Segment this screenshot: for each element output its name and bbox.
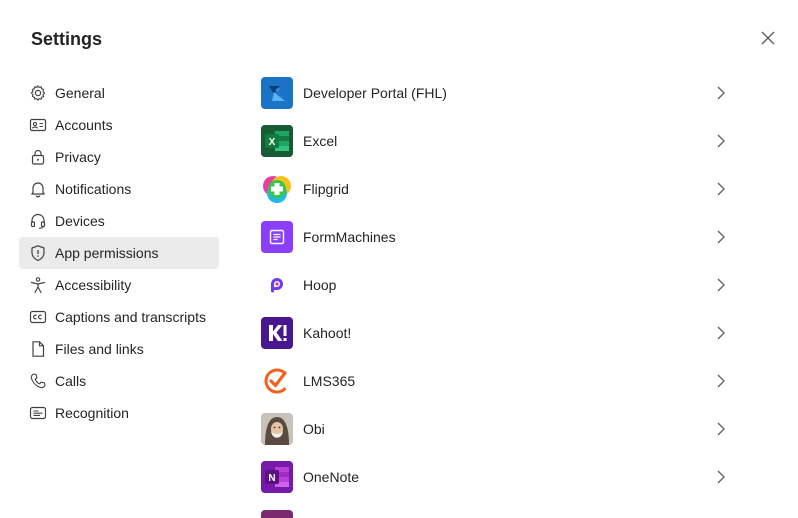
app-row-onenote[interactable]: N OneNote: [261, 453, 731, 501]
sidebar-item-recognition[interactable]: Recognition: [19, 397, 219, 429]
chevron-right-icon: [717, 134, 725, 148]
app-row-developer-portal[interactable]: Developer Portal (FHL): [261, 69, 731, 117]
hoop-icon: [261, 269, 293, 301]
chevron-right-icon: [717, 422, 725, 436]
settings-sidebar: General Accounts Privacy Notifications D…: [19, 77, 219, 429]
chevron-right-icon: [717, 278, 725, 292]
sidebar-item-label: App permissions: [55, 245, 159, 261]
app-row-kahoot[interactable]: Kahoot!: [261, 309, 731, 357]
chevron-right-icon: [717, 374, 725, 388]
page-title: Settings: [31, 29, 103, 49]
gear-icon: [30, 85, 46, 101]
sidebar-item-label: Captions and transcripts: [55, 309, 206, 325]
sidebar-item-captions[interactable]: Captions and transcripts: [19, 301, 219, 333]
sidebar-item-label: Files and links: [55, 341, 144, 357]
formmachines-icon: [261, 221, 293, 253]
app-row-formmachines[interactable]: FormMachines: [261, 213, 731, 261]
app-name: Developer Portal (FHL): [303, 85, 447, 101]
app-name: Hoop: [303, 277, 337, 293]
app-icon-partial: [261, 510, 293, 518]
recognition-icon: [29, 406, 47, 420]
app-row-flipgrid[interactable]: Flipgrid: [261, 165, 731, 213]
sidebar-item-accessibility[interactable]: Accessibility: [19, 269, 219, 301]
app-row-hoop[interactable]: Hoop: [261, 261, 731, 309]
file-icon: [32, 341, 45, 357]
sidebar-item-devices[interactable]: Devices: [19, 205, 219, 237]
chevron-right-icon: [717, 326, 725, 340]
chevron-right-icon: [717, 182, 725, 196]
app-name: Kahoot!: [303, 325, 352, 341]
phone-icon: [30, 373, 46, 389]
sidebar-item-label: Devices: [55, 213, 105, 229]
sidebar-item-label: Calls: [55, 373, 87, 389]
developer-portal-icon: [261, 77, 293, 109]
app-name: FormMachines: [303, 229, 396, 245]
app-permissions-list: Developer Portal (FHL) X Excel Flipgrid …: [261, 69, 731, 501]
obi-icon: [261, 413, 293, 445]
svg-text:N: N: [268, 473, 275, 484]
app-row-excel[interactable]: X Excel: [261, 117, 731, 165]
close-icon[interactable]: [759, 29, 777, 47]
sidebar-item-label: Accessibility: [55, 277, 132, 293]
app-name: Obi: [303, 421, 325, 437]
excel-icon: X: [261, 125, 293, 157]
app-name: Flipgrid: [303, 181, 349, 197]
app-name: OneNote: [303, 469, 360, 485]
app-name: LMS365: [303, 373, 356, 389]
id-card-icon: [29, 118, 47, 132]
sidebar-item-label: Recognition: [55, 405, 129, 421]
sidebar-item-notifications[interactable]: Notifications: [19, 173, 219, 205]
accessibility-icon: [30, 277, 46, 294]
shield-icon: [31, 245, 45, 261]
sidebar-item-calls[interactable]: Calls: [19, 365, 219, 397]
lock-icon: [31, 149, 45, 165]
sidebar-item-app-permissions[interactable]: App permissions: [19, 237, 219, 269]
sidebar-item-label: Accounts: [55, 117, 113, 133]
chevron-right-icon: [717, 86, 725, 100]
chevron-right-icon: [717, 230, 725, 244]
sidebar-item-general[interactable]: General: [19, 77, 219, 109]
sidebar-item-privacy[interactable]: Privacy: [19, 141, 219, 173]
kahoot-icon: [261, 317, 293, 349]
lms365-icon: [261, 365, 293, 397]
app-row-lms365[interactable]: LMS365: [261, 357, 731, 405]
app-name: Excel: [303, 133, 338, 149]
sidebar-item-label: Notifications: [55, 181, 132, 197]
sidebar-item-accounts[interactable]: Accounts: [19, 109, 219, 141]
onenote-icon: N: [261, 461, 293, 493]
bell-icon: [31, 182, 45, 198]
sidebar-item-files-links[interactable]: Files and links: [19, 333, 219, 365]
svg-text:X: X: [269, 137, 276, 148]
headset-icon: [30, 213, 46, 229]
cc-icon: [29, 310, 47, 324]
flipgrid-icon: [261, 173, 293, 205]
chevron-right-icon: [717, 470, 725, 484]
sidebar-item-label: Privacy: [55, 149, 101, 165]
app-row-obi[interactable]: Obi: [261, 405, 731, 453]
sidebar-item-label: General: [55, 85, 105, 101]
